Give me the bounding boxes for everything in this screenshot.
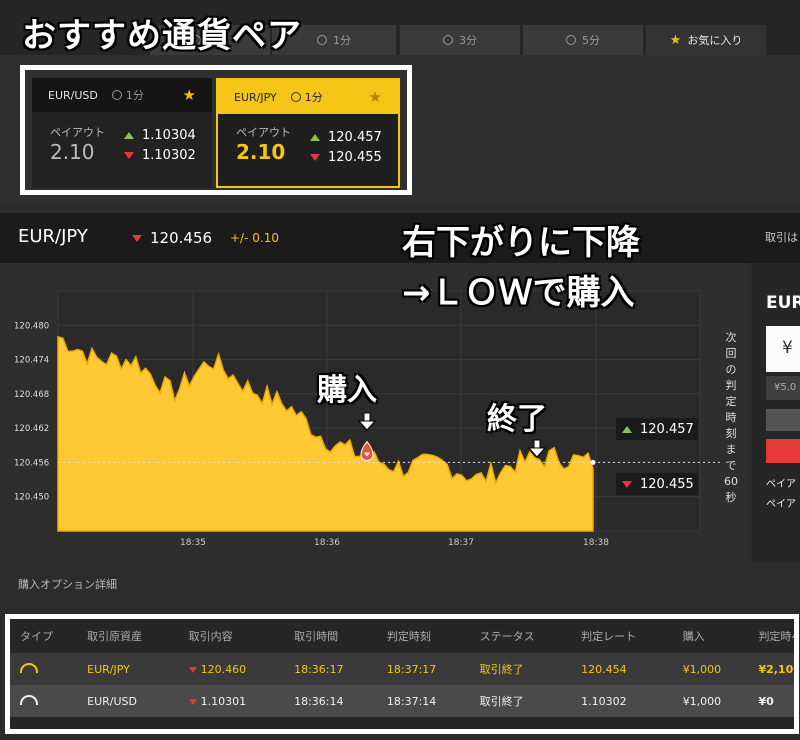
col-trade: 取引内容 <box>178 619 285 653</box>
down-arrow-icon <box>188 666 197 673</box>
history-table-box: タイプ 取引原資産 取引内容 取引時間 判定時刻 ステータス 判定レート 購入 … <box>5 614 799 734</box>
table-row[interactable]: EUR/JPY 120.460 18:36:17 18:37:17 取引終了 1… <box>10 653 794 685</box>
clock-icon <box>443 35 453 45</box>
pair-card-eurusd[interactable]: EUR/USD 1分 ★ ペイアウト 2.10 1.10304 1.10302 <box>32 78 212 188</box>
buy-annotation: 購入 <box>317 373 377 408</box>
amount-input[interactable]: ¥ <box>766 326 800 372</box>
low-price: 120.455 <box>310 150 382 165</box>
star-icon[interactable]: ★ <box>183 86 196 104</box>
y-tick-label: 120.450 <box>14 493 49 503</box>
low-price-tag: 120.455 <box>616 473 698 495</box>
x-tick-label: 18:35 <box>180 538 206 548</box>
low-price: 1.10302 <box>124 148 196 163</box>
tab-3min[interactable]: 3分 <box>400 25 520 55</box>
overlay-note: 右下がりに下降 →ＬＯＷで購入 <box>402 223 640 313</box>
y-tick-label: 120.456 <box>14 458 49 468</box>
down-arrow-icon <box>124 152 134 159</box>
col-status: ステータス <box>469 619 572 653</box>
col-asset: 取引原資産 <box>77 619 179 653</box>
trading-screen: 全て 1分 3分 5分 ★ お気に入り おすすめ通貨ペア EUR/USD 1分 ★… <box>0 0 800 740</box>
col-payout: 判定時ペイ <box>748 619 794 653</box>
panel-title: EUR <box>766 293 800 313</box>
panel-payout: ペイア <box>766 479 796 490</box>
col-time: 取引時間 <box>284 619 377 653</box>
payout-value: 2.10 <box>236 140 286 164</box>
details-bar: 購入オプション詳細 <box>0 562 800 604</box>
y-tick-label: 120.474 <box>14 356 49 366</box>
pair-card-eurjpy[interactable]: EUR/JPY 1分 ★ ペイアウト 2.10 120.457 120.455 <box>216 78 400 188</box>
price-bar: EUR/JPY 120.456 +/- 0.10 取引は <box>0 213 800 263</box>
col-judge: 判定時刻 <box>376 619 470 653</box>
current-price: 120.456 <box>132 229 212 247</box>
col-buy: 購入 <box>672 619 749 653</box>
trade-label: 取引は <box>765 231 798 244</box>
low-button[interactable] <box>766 439 800 463</box>
x-tick-label: 18:37 <box>448 538 474 548</box>
order-panel: EUR ¥ ¥5,0 ペイア ペイア <box>752 263 800 563</box>
up-arrow-icon <box>622 425 632 433</box>
card-header: EUR/USD 1分 ★ <box>32 78 212 112</box>
card-pair: EUR/JPY <box>234 90 277 104</box>
clock-icon <box>566 35 576 45</box>
down-arrow-icon <box>188 698 197 705</box>
up-arrow-icon <box>310 134 320 141</box>
clock-icon <box>290 92 301 102</box>
col-rate: 判定レート <box>571 619 673 653</box>
countdown: 次回の判定時刻まで 60 秒 <box>724 331 738 504</box>
history-table: タイプ 取引原資産 取引内容 取引時間 判定時刻 ステータス 判定レート 購入 … <box>10 619 794 717</box>
col-type: タイプ <box>10 619 78 653</box>
clock-icon <box>317 35 327 45</box>
payout-label: ペイアウト <box>50 126 105 139</box>
down-arrow-icon <box>622 480 632 488</box>
y-tick-label: 120.480 <box>14 321 49 331</box>
tab-5min[interactable]: 5分 <box>523 25 643 55</box>
payout-value: 2.10 <box>50 140 95 164</box>
y-tick-label: 120.462 <box>14 424 49 434</box>
panel-payout: ペイア <box>766 499 796 510</box>
star-icon: ★ <box>669 32 682 48</box>
current-price-dot <box>590 459 596 465</box>
down-arrow-icon <box>132 234 142 242</box>
high-price: 1.10304 <box>124 128 196 143</box>
gauge-icon <box>20 694 38 705</box>
current-pair: EUR/JPY <box>18 226 88 247</box>
down-arrow-icon <box>310 154 320 161</box>
payout-label: ペイアウト <box>236 126 291 139</box>
high-button[interactable] <box>766 409 800 431</box>
y-tick-label: 120.468 <box>14 390 49 400</box>
high-price: 120.457 <box>310 130 382 145</box>
high-price-tag: 120.457 <box>616 418 698 440</box>
amount-preset[interactable]: ¥5,0 <box>766 376 800 400</box>
table-row[interactable]: EUR/USD 1.10301 18:36:14 18:37:14 取引終了 1… <box>10 685 794 717</box>
overlay-title: おすすめ通貨ペア <box>22 16 302 56</box>
star-icon[interactable]: ★ <box>369 88 382 106</box>
x-tick-label: 18:38 <box>583 538 609 548</box>
x-tick-label: 18:36 <box>314 538 340 548</box>
card-pair: EUR/USD <box>48 88 98 102</box>
gauge-icon <box>20 662 38 673</box>
clock-icon <box>111 90 122 100</box>
details-label: 購入オプション詳細 <box>18 578 117 591</box>
tab-favorites[interactable]: ★ お気に入り <box>646 25 766 55</box>
up-arrow-icon <box>124 132 134 139</box>
end-annotation: 終了 <box>487 402 547 437</box>
price-change: +/- 0.10 <box>230 231 279 245</box>
card-header: EUR/JPY 1分 ★ <box>218 80 398 114</box>
